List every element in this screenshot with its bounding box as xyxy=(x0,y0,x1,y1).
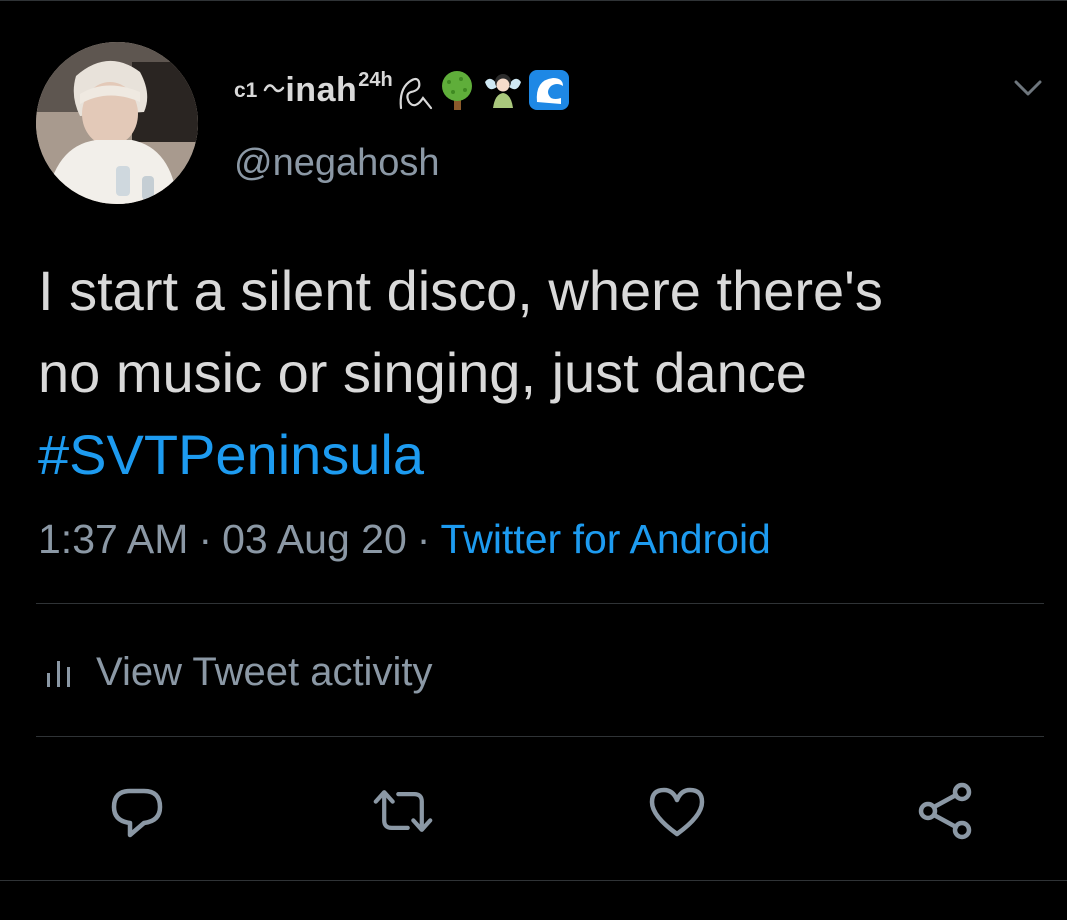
view-tweet-activity-button[interactable]: View Tweet activity xyxy=(44,644,432,700)
avatar[interactable] xyxy=(36,42,198,204)
tweet-time: 1:37 AM xyxy=(38,516,189,562)
wave-icon xyxy=(527,68,571,112)
tweet-source-link[interactable]: Twitter for Android xyxy=(440,516,770,562)
name-superscript: 24h xyxy=(358,69,393,91)
divider xyxy=(36,736,1044,737)
view-tweet-activity-label: View Tweet activity xyxy=(96,649,433,694)
reply-icon[interactable] xyxy=(106,780,168,842)
chevron-down-icon[interactable] xyxy=(1010,74,1046,102)
retweet-icon[interactable] xyxy=(372,780,434,842)
share-icon[interactable] xyxy=(914,780,976,842)
name-main: inah xyxy=(285,71,358,109)
meta-separator: · xyxy=(416,516,431,562)
bottom-divider xyxy=(0,880,1067,881)
tweet-text: I start a silent disco, where there's no… xyxy=(38,250,1038,496)
top-divider xyxy=(0,0,1067,1)
tweet-meta: 1:37 AM · 03 Aug 20 · Twitter for Android xyxy=(38,512,771,566)
divider xyxy=(36,603,1044,604)
tweet-date: 03 Aug 20 xyxy=(222,516,407,562)
action-bar xyxy=(0,780,1067,842)
display-name[interactable]: c1 inah 24h xyxy=(234,62,571,118)
curl-glyph-icon xyxy=(397,68,433,112)
tweet-line: no music or singing, just dance xyxy=(38,341,807,404)
name-prefix: c1 xyxy=(234,78,258,102)
meta-separator: · xyxy=(198,516,213,562)
like-icon[interactable] xyxy=(646,780,708,842)
hashtag-link[interactable]: #SVTPeninsula xyxy=(38,414,1038,496)
avatar-photo xyxy=(36,42,198,204)
fairy-icon xyxy=(481,68,525,112)
swirl-glyph-icon xyxy=(263,80,285,100)
activity-bars-icon xyxy=(47,661,70,687)
tree-icon xyxy=(435,68,479,112)
tweet-line: I start a silent disco, where there's xyxy=(38,259,883,322)
user-handle[interactable]: @negahosh xyxy=(234,138,440,188)
